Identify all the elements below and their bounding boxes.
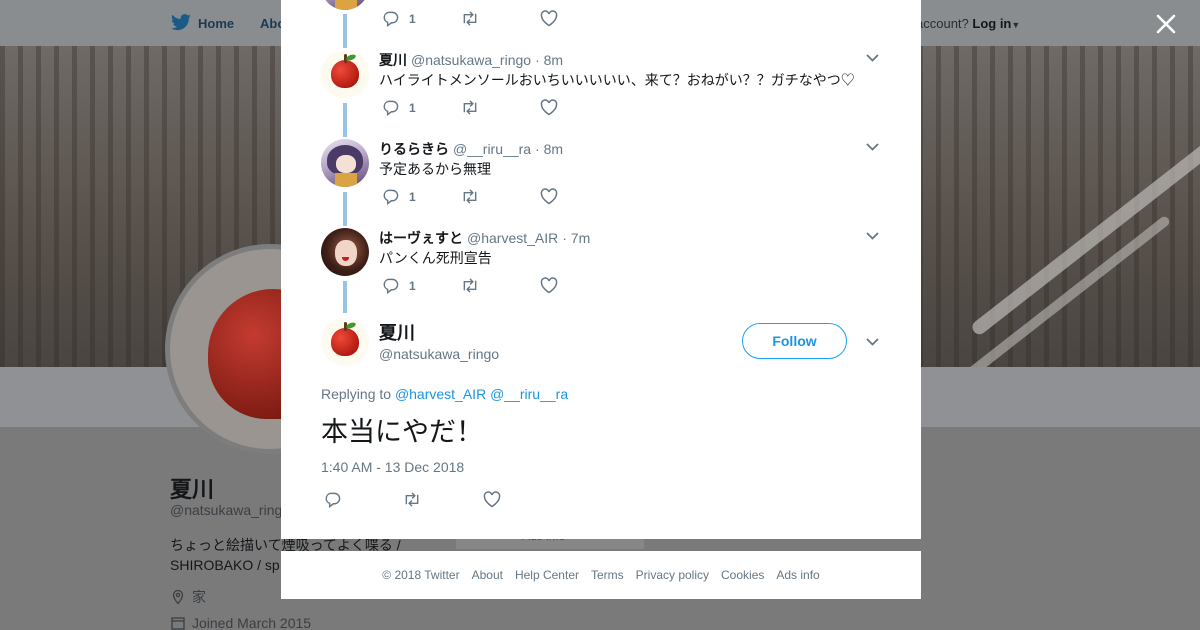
- footer: © 2018 Twitter About Help Center Terms P…: [281, 551, 921, 599]
- reply-button[interactable]: 1: [382, 188, 416, 205]
- reply-icon: [383, 11, 399, 27]
- tweet-author-handle[interactable]: @__riru__ra: [453, 141, 531, 157]
- replying-to: Replying to @harvest_AIR @__riru__ra: [321, 386, 568, 402]
- like-icon: [540, 188, 558, 205]
- like-button[interactable]: [540, 99, 558, 116]
- footer-link-ads-info[interactable]: Ads info: [776, 568, 819, 582]
- retweet-button[interactable]: [460, 10, 480, 27]
- footer-link-help-center[interactable]: Help Center: [515, 568, 579, 582]
- reply-count: 1: [409, 100, 416, 115]
- like-icon: [483, 491, 501, 508]
- replying-to-label: Replying to: [321, 386, 392, 402]
- reply-icon: [383, 100, 399, 116]
- location-icon: [172, 589, 184, 605]
- retweet-button[interactable]: [460, 99, 480, 116]
- chevron-down-icon[interactable]: [865, 53, 880, 63]
- calendar-icon: [171, 617, 185, 630]
- retweet-icon: [463, 189, 477, 204]
- profile-handle: @natsukawa_ringo: [170, 502, 291, 518]
- close-icon: [1156, 14, 1176, 34]
- main-tweet-author-name[interactable]: 夏川: [379, 319, 415, 345]
- retweet-button[interactable]: [402, 491, 422, 508]
- tweet-author-name[interactable]: 夏川: [379, 50, 407, 70]
- tweet-time[interactable]: · 8m: [535, 52, 563, 68]
- like-button[interactable]: [540, 188, 558, 205]
- tweet-text: 予定あるから無理: [379, 161, 491, 177]
- replying-to-link[interactable]: @__riru__ra: [490, 386, 568, 402]
- retweet-button[interactable]: [460, 188, 480, 205]
- retweet-icon: [405, 492, 419, 507]
- thread-line: [343, 103, 347, 137]
- main-tweet-avatar[interactable]: [321, 318, 369, 366]
- retweet-button[interactable]: [460, 277, 480, 294]
- login-link[interactable]: Log in: [972, 16, 1011, 31]
- nav-home-label: Home: [198, 15, 235, 31]
- chevron-down-icon[interactable]: [865, 142, 880, 152]
- chevron-down-icon[interactable]: [865, 337, 880, 347]
- tweet-author-handle[interactable]: @harvest_AIR: [467, 230, 558, 246]
- follow-button[interactable]: Follow: [742, 323, 847, 359]
- footer-link-privacy[interactable]: Privacy policy: [636, 568, 709, 582]
- tweet-author-handle[interactable]: @natsukawa_ringo: [411, 52, 531, 68]
- close-button[interactable]: [1152, 10, 1180, 38]
- reply-count: 1: [409, 11, 416, 26]
- account-prompt-text: account?: [916, 16, 969, 31]
- like-icon: [540, 277, 558, 294]
- like-icon: [540, 99, 558, 116]
- tweet-avatar[interactable]: [321, 50, 369, 98]
- twitter-bird-icon: [171, 14, 191, 31]
- retweet-icon: [463, 11, 477, 26]
- footer-link-cookies[interactable]: Cookies: [721, 568, 764, 582]
- like-button[interactable]: [540, 10, 558, 27]
- footer-link-terms[interactable]: Terms: [591, 568, 624, 582]
- like-button[interactable]: [483, 491, 501, 508]
- footer-link-about[interactable]: About: [472, 568, 503, 582]
- chevron-down-icon[interactable]: [865, 231, 880, 241]
- retweet-icon: [463, 278, 477, 293]
- thread-line: [343, 14, 347, 48]
- main-tweet-text: 本当にやだ！: [321, 417, 483, 447]
- retweet-icon: [463, 100, 477, 115]
- tweet-header: 夏川 @natsukawa_ringo · 8m: [379, 50, 563, 70]
- reply-button[interactable]: [324, 491, 341, 508]
- profile-name: 夏川: [170, 477, 215, 502]
- chevron-down-icon: ▼: [1011, 20, 1021, 30]
- like-button[interactable]: [540, 277, 558, 294]
- tweet-avatar[interactable]: [321, 139, 369, 187]
- reply-icon: [325, 492, 341, 508]
- tweet-author-name[interactable]: りるらきら: [379, 139, 449, 159]
- main-tweet-author-handle[interactable]: @natsukawa_ringo: [379, 346, 499, 362]
- like-icon: [540, 10, 558, 27]
- main-tweet-timestamp[interactable]: 1:40 AM - 13 Dec 2018: [321, 459, 464, 475]
- nav-home-link[interactable]: Home: [170, 14, 234, 32]
- thread-line: [343, 281, 347, 313]
- reply-count: 1: [409, 278, 416, 293]
- tweet-author-name[interactable]: はーヴぇすと: [379, 228, 463, 248]
- reply-button[interactable]: 1: [382, 10, 416, 27]
- footer-copyright: © 2018 Twitter: [382, 568, 460, 582]
- reply-button[interactable]: 1: [382, 277, 416, 294]
- tweet-avatar[interactable]: [321, 228, 369, 276]
- reply-button[interactable]: 1: [382, 99, 416, 116]
- tweet-header: りるらきら @__riru__ra · 8m: [379, 139, 563, 159]
- reply-icon: [383, 278, 399, 294]
- thread-line: [343, 192, 347, 226]
- tweet-text: ハイライトメンソールおいちいいいいい、来て？おねがい？？ガチなやつ♡: [379, 72, 855, 88]
- profile-joined-text: Joined March 2015: [192, 615, 312, 630]
- reply-count: 1: [409, 189, 416, 204]
- tweet-header: はーヴぇすと @harvest_AIR · 7m: [379, 228, 590, 248]
- replying-to-link[interactable]: @harvest_AIR: [395, 386, 486, 402]
- banner-decoration: [969, 128, 1200, 338]
- profile-joined: Joined March 2015: [170, 615, 311, 630]
- profile-location: 家: [170, 587, 206, 607]
- account-prompt: account? Log in▼: [916, 16, 1020, 31]
- tweet-text: パンくん死刑宣告: [379, 250, 492, 266]
- reply-icon: [383, 189, 399, 205]
- profile-location-text: 家: [192, 589, 206, 605]
- tweet-time[interactable]: · 7m: [562, 230, 590, 246]
- tweet-time[interactable]: · 8m: [535, 141, 563, 157]
